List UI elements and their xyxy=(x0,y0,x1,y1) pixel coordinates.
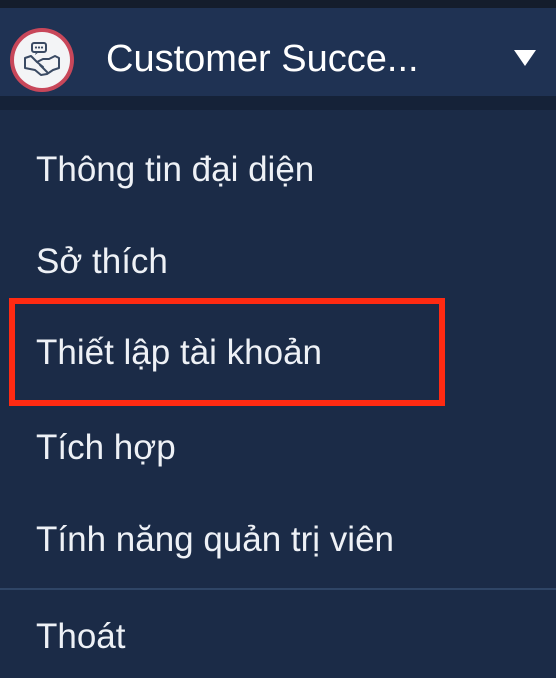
header-divider xyxy=(0,96,556,110)
highlight-annotation xyxy=(9,298,445,406)
top-strip xyxy=(0,0,556,8)
triangle-down-icon[interactable] xyxy=(514,50,536,66)
org-switcher[interactable]: Customer Succe... xyxy=(0,8,556,96)
menu-divider xyxy=(0,588,556,590)
account-menu: Customer Succe... Thông tin đại diện Sở … xyxy=(0,0,556,678)
handshake-icon xyxy=(24,42,60,76)
menu-item-profile[interactable]: Thông tin đại diện xyxy=(36,148,314,192)
menu-item-logout[interactable]: Thoát xyxy=(36,615,126,659)
menu-item-preferences[interactable]: Sở thích xyxy=(36,240,168,284)
org-name[interactable]: Customer Succe... xyxy=(106,36,476,82)
avatar-inner xyxy=(14,32,70,88)
menu-item-admin-features[interactable]: Tính năng quản trị viên xyxy=(36,518,394,562)
menu-item-integrations[interactable]: Tích hợp xyxy=(36,426,176,470)
org-avatar[interactable] xyxy=(10,28,74,92)
